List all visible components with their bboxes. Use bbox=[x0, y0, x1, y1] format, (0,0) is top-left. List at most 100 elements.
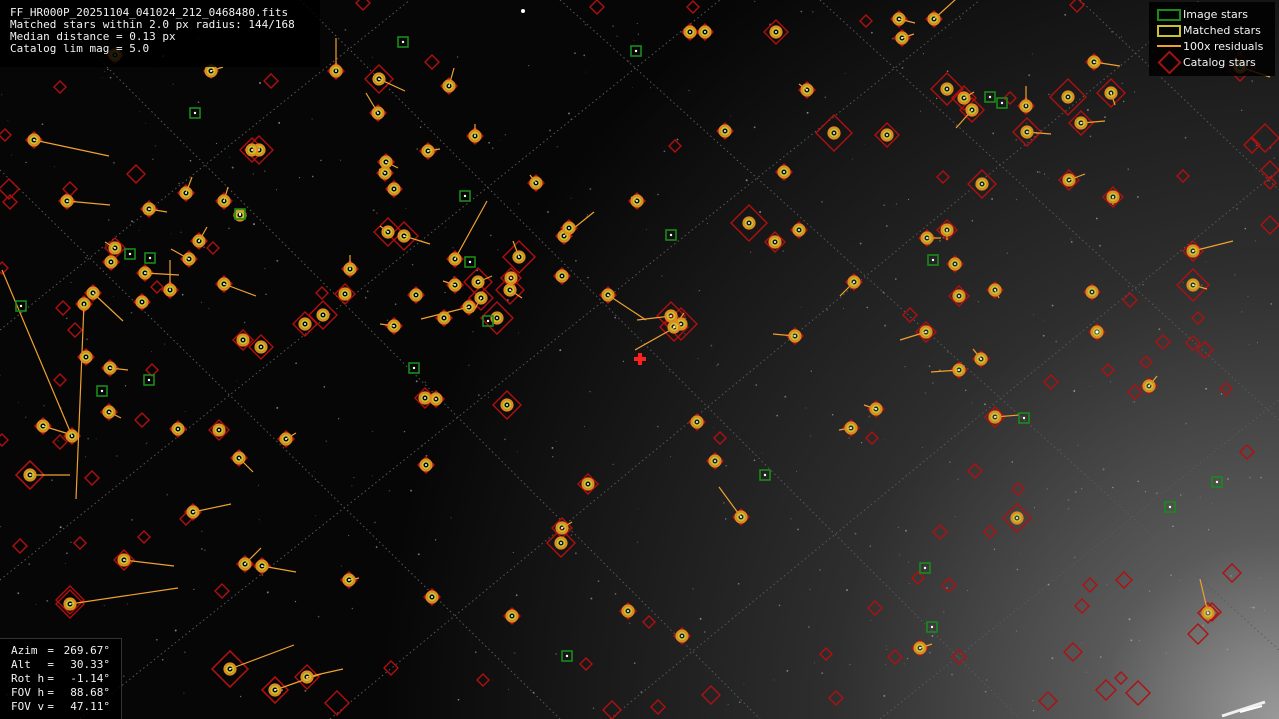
background-speck bbox=[147, 305, 149, 307]
background-speck bbox=[924, 392, 926, 394]
background-speck bbox=[810, 435, 812, 437]
background-speck bbox=[518, 332, 519, 334]
background-speck bbox=[1, 94, 3, 96]
matched-star-core bbox=[474, 135, 476, 137]
background-speck bbox=[612, 25, 614, 27]
background-speck bbox=[844, 72, 846, 74]
background-speck bbox=[259, 82, 261, 84]
image-star-core bbox=[565, 654, 569, 658]
background-speck bbox=[628, 622, 631, 625]
row-key: Azim bbox=[11, 644, 38, 657]
plot-legend: Image stars Matched stars 100x residuals… bbox=[1149, 2, 1275, 76]
background-speck bbox=[703, 631, 706, 633]
matched-star-core bbox=[229, 668, 231, 670]
matched-star-core bbox=[261, 565, 263, 567]
background-speck bbox=[417, 553, 420, 556]
fov-v-row: FOV v = 47.11° bbox=[11, 700, 110, 714]
background-speck bbox=[559, 349, 562, 352]
background-speck bbox=[575, 552, 577, 555]
background-speck bbox=[452, 247, 454, 249]
background-speck bbox=[174, 629, 177, 632]
background-speck bbox=[258, 519, 260, 521]
image-star-core bbox=[100, 389, 104, 393]
background-speck bbox=[786, 670, 789, 672]
background-speck bbox=[488, 141, 490, 144]
background-speck bbox=[710, 344, 713, 347]
background-speck bbox=[204, 549, 206, 552]
background-speck bbox=[85, 257, 87, 259]
background-speck bbox=[7, 119, 9, 121]
background-speck bbox=[491, 147, 494, 150]
background-speck bbox=[784, 395, 787, 398]
matched-star-core bbox=[636, 200, 638, 202]
background-speck bbox=[755, 384, 758, 386]
background-speck bbox=[1130, 639, 1133, 642]
matched-star-core bbox=[1112, 196, 1114, 198]
background-speck bbox=[1077, 444, 1079, 446]
matched-star-core bbox=[188, 258, 190, 260]
matched-star-core bbox=[946, 88, 948, 90]
background-speck bbox=[745, 179, 748, 182]
matched-star-core bbox=[774, 241, 776, 243]
image-star-core bbox=[1168, 505, 1172, 509]
background-speck bbox=[939, 240, 941, 242]
eq-sign: = bbox=[47, 686, 61, 699]
background-speck bbox=[1100, 656, 1102, 658]
matched-star-core bbox=[775, 31, 777, 33]
background-speck bbox=[790, 518, 792, 520]
matched-star-core bbox=[886, 134, 888, 136]
background-speck bbox=[189, 159, 192, 162]
background-speck bbox=[197, 101, 200, 103]
matched-star-core bbox=[561, 527, 563, 529]
background-speck bbox=[1205, 387, 1208, 390]
matched-star-core bbox=[448, 85, 450, 87]
legend-label: Image stars bbox=[1183, 7, 1248, 21]
background-speck bbox=[800, 306, 802, 308]
background-speck bbox=[113, 295, 115, 297]
background-speck bbox=[1102, 468, 1105, 471]
background-speck bbox=[1095, 217, 1098, 220]
background-speck bbox=[1042, 334, 1045, 337]
background-speck bbox=[66, 552, 68, 555]
background-speck bbox=[971, 402, 973, 404]
background-speck bbox=[181, 293, 184, 296]
background-speck bbox=[64, 562, 66, 564]
background-speck bbox=[1073, 390, 1076, 392]
background-speck bbox=[155, 638, 158, 641]
background-speck bbox=[504, 134, 507, 136]
background-speck bbox=[1110, 381, 1112, 383]
background-speck bbox=[457, 698, 460, 701]
matched-star-circle-icon bbox=[1153, 22, 1183, 38]
background-speck bbox=[139, 111, 141, 113]
background-speck bbox=[1043, 320, 1045, 322]
background-speck bbox=[51, 479, 53, 482]
background-speck bbox=[883, 204, 886, 207]
background-speck bbox=[184, 651, 186, 653]
background-speck bbox=[366, 290, 369, 293]
background-speck bbox=[109, 76, 112, 79]
background-speck bbox=[46, 599, 49, 602]
background-speck bbox=[1226, 648, 1229, 651]
background-speck bbox=[264, 267, 266, 269]
background-speck bbox=[513, 652, 516, 654]
row-key: Alt bbox=[11, 658, 31, 671]
matched-star-core bbox=[568, 227, 570, 229]
matched-star-core bbox=[344, 293, 346, 295]
background-speck bbox=[323, 386, 326, 388]
background-speck bbox=[263, 170, 266, 173]
background-speck bbox=[1067, 508, 1070, 510]
background-speck bbox=[489, 234, 492, 237]
background-speck bbox=[1236, 207, 1239, 210]
background-speck bbox=[84, 456, 87, 458]
background-speck bbox=[570, 197, 572, 199]
background-speck bbox=[1026, 122, 1028, 124]
background-speck bbox=[843, 308, 845, 310]
background-speck bbox=[1059, 449, 1061, 451]
catalog-limit-stat: Catalog lim mag = 5.0 bbox=[10, 42, 150, 55]
background-speck bbox=[1043, 173, 1046, 175]
background-speck bbox=[907, 198, 910, 201]
matched-star-core bbox=[535, 182, 537, 184]
background-speck bbox=[1015, 198, 1018, 201]
background-speck bbox=[316, 481, 318, 482]
background-speck bbox=[812, 11, 814, 13]
